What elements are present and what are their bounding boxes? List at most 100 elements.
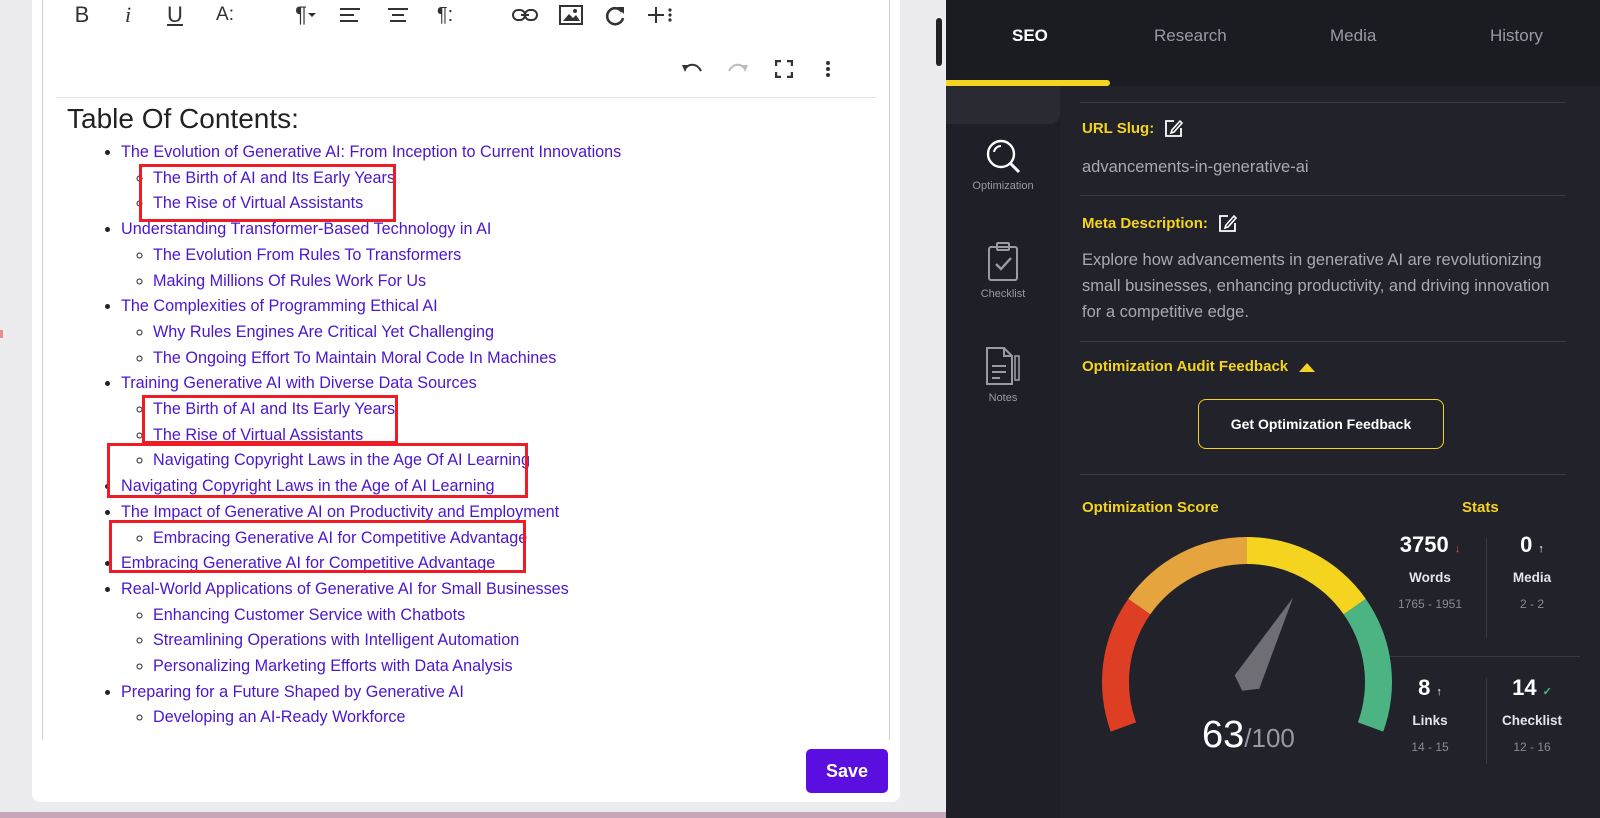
toc-link[interactable]: Training Generative AI with Diverse Data… [121, 374, 477, 392]
meta-description-label: Meta Description: [1082, 213, 1238, 233]
toc-subitem: Streamlining Operations with Intelligent… [153, 628, 867, 654]
redo-circle-icon[interactable] [603, 0, 627, 30]
toc-sublink[interactable]: Developing an AI-Ready Workforce [153, 708, 406, 726]
toc-link[interactable]: Preparing for a Future Shaped by Generat… [121, 683, 464, 701]
align-left-icon[interactable] [338, 0, 362, 30]
toc-sublink[interactable]: Making Millions Of Rules Work For Us [153, 272, 426, 290]
edit-icon[interactable] [1218, 213, 1238, 233]
stat-words: 3750 ↓ Words 1765 - 1951 [1397, 532, 1463, 611]
save-button[interactable]: Save [806, 749, 888, 793]
italic-button[interactable]: i [120, 0, 136, 30]
trend-down-icon: ↓ [1454, 543, 1461, 555]
seo-panel: SEO Research Media History Optimization … [946, 0, 1600, 818]
redo-icon[interactable] [726, 54, 750, 84]
stats-title: Stats [1462, 499, 1499, 516]
toc-sublink[interactable]: The Evolution From Rules To Transformers [153, 246, 461, 264]
toc-item: Real-World Applications of Generative AI… [121, 577, 867, 680]
rail-label: Notes [988, 392, 1018, 404]
rail-notch [946, 86, 1060, 124]
highlight-box [142, 395, 398, 444]
meta-description-value[interactable]: Explore how advancements in generative A… [1082, 247, 1552, 325]
toc-subitem: The Ongoing Effort To Maintain Moral Cod… [153, 346, 867, 372]
divider [1080, 474, 1566, 475]
toc-sublink[interactable]: Personalizing Marketing Efforts with Dat… [153, 657, 513, 675]
gauge-needle [1234, 597, 1293, 691]
gauge-segment [1247, 537, 1366, 615]
toc-link[interactable]: The Evolution of Generative AI: From Inc… [121, 143, 621, 161]
toc-link[interactable]: Real-World Applications of Generative AI… [121, 580, 569, 598]
edit-icon[interactable] [1164, 118, 1184, 138]
score-value: 63/100 [1202, 714, 1295, 756]
tab-research[interactable]: Research [1154, 26, 1227, 46]
toc-item: Preparing for a Future Shaped by Generat… [121, 680, 867, 731]
tab-seo[interactable]: SEO [1012, 26, 1048, 46]
edge-marker [0, 330, 3, 338]
toc-sublist: Why Rules Engines Are Critical Yet Chall… [121, 320, 867, 371]
icon-rail [946, 86, 1060, 818]
toc-heading: Table Of Contents: [67, 103, 299, 134]
toc-subitem: Why Rules Engines Are Critical Yet Chall… [153, 320, 867, 346]
undo-icon[interactable] [680, 54, 704, 84]
toc-sublist: Enhancing Customer Service with Chatbots… [121, 603, 867, 680]
scrollbar-thumb[interactable] [936, 18, 942, 66]
rail-item-checklist[interactable]: Checklist [946, 242, 1060, 300]
panel-tabs: SEO Research Media History [946, 0, 1600, 86]
score-title: Optimization Score [1082, 499, 1219, 516]
paragraph-format-button[interactable]: ¶: [432, 0, 458, 30]
editor-pane: B i U A: ¶ ¶: Table Of Contents: • The E… [0, 0, 946, 818]
url-slug-value[interactable]: advancements-in-generative-ai [1082, 154, 1552, 180]
toc-sublist: Developing an AI-Ready Workforce [121, 705, 867, 731]
paragraph-style-dropdown[interactable]: ¶ [288, 0, 324, 30]
divider [1080, 341, 1566, 342]
url-slug-label: URL Slug: [1082, 118, 1184, 138]
get-feedback-button[interactable]: Get Optimization Feedback [1198, 399, 1444, 449]
toc-sublink[interactable]: Enhancing Customer Service with Chatbots [153, 606, 465, 624]
divider [1486, 678, 1487, 764]
audit-feedback-toggle[interactable]: Optimization Audit Feedback [1082, 358, 1316, 375]
rail-item-notes[interactable]: Notes [946, 346, 1060, 404]
toc-link[interactable]: Understanding Transformer-Based Technolo… [121, 220, 491, 238]
bold-button[interactable]: B [72, 0, 92, 30]
highlight-box [139, 164, 396, 222]
editor-secondary-toolbar [680, 54, 870, 84]
toc-link[interactable]: The Impact of Generative AI on Productiv… [121, 503, 559, 521]
triangle-up-icon [1299, 362, 1316, 372]
notes-icon [986, 347, 1020, 385]
gauge-segment [1343, 598, 1392, 732]
clipboard-check-icon [988, 242, 1018, 281]
toc-sublink[interactable]: Why Rules Engines Are Critical Yet Chall… [153, 323, 494, 341]
stat-links: 8 ↑ Links 14 - 15 [1411, 675, 1449, 754]
gauge-segment [1128, 537, 1247, 615]
check-icon: ✓ [1542, 686, 1552, 698]
tab-history[interactable]: History [1490, 26, 1543, 46]
trend-up-icon: ↑ [1538, 543, 1544, 555]
toc-sublink[interactable]: Streamlining Operations with Intelligent… [153, 631, 519, 649]
toc-subitem: Developing an AI-Ready Workforce [153, 705, 867, 731]
divider [1080, 102, 1566, 103]
underline-button[interactable]: U [164, 0, 186, 30]
bottom-strip [0, 812, 946, 818]
more-options-icon[interactable] [820, 54, 836, 84]
trend-up-icon: ↑ [1436, 686, 1442, 698]
stat-media: 0 ↑ Media 2 - 2 [1512, 532, 1552, 611]
highlight-box [109, 520, 526, 573]
magnifier-icon [986, 139, 1021, 174]
caret-down-icon [307, 13, 316, 17]
toc-item: The Complexities of Programming Ethical … [121, 294, 867, 371]
divider [1390, 656, 1580, 657]
toc-sublink[interactable]: The Ongoing Effort To Maintain Moral Cod… [153, 349, 556, 367]
rail-item-optimization[interactable]: Optimization [946, 138, 1060, 192]
align-center-icon[interactable] [386, 0, 410, 30]
divider [1486, 538, 1487, 638]
image-icon[interactable] [558, 0, 584, 30]
rail-label: Checklist [980, 288, 1026, 300]
tab-media[interactable]: Media [1330, 26, 1376, 46]
fullscreen-icon[interactable] [772, 54, 796, 84]
divider [1080, 195, 1566, 196]
insert-more-icon[interactable] [646, 0, 674, 30]
link-icon[interactable] [512, 0, 538, 30]
highlight-box [107, 443, 528, 498]
toc-sublist: The Evolution From Rules To Transformers… [121, 243, 867, 294]
toc-link[interactable]: The Complexities of Programming Ethical … [121, 297, 438, 315]
font-size-button[interactable]: A: [212, 0, 238, 30]
